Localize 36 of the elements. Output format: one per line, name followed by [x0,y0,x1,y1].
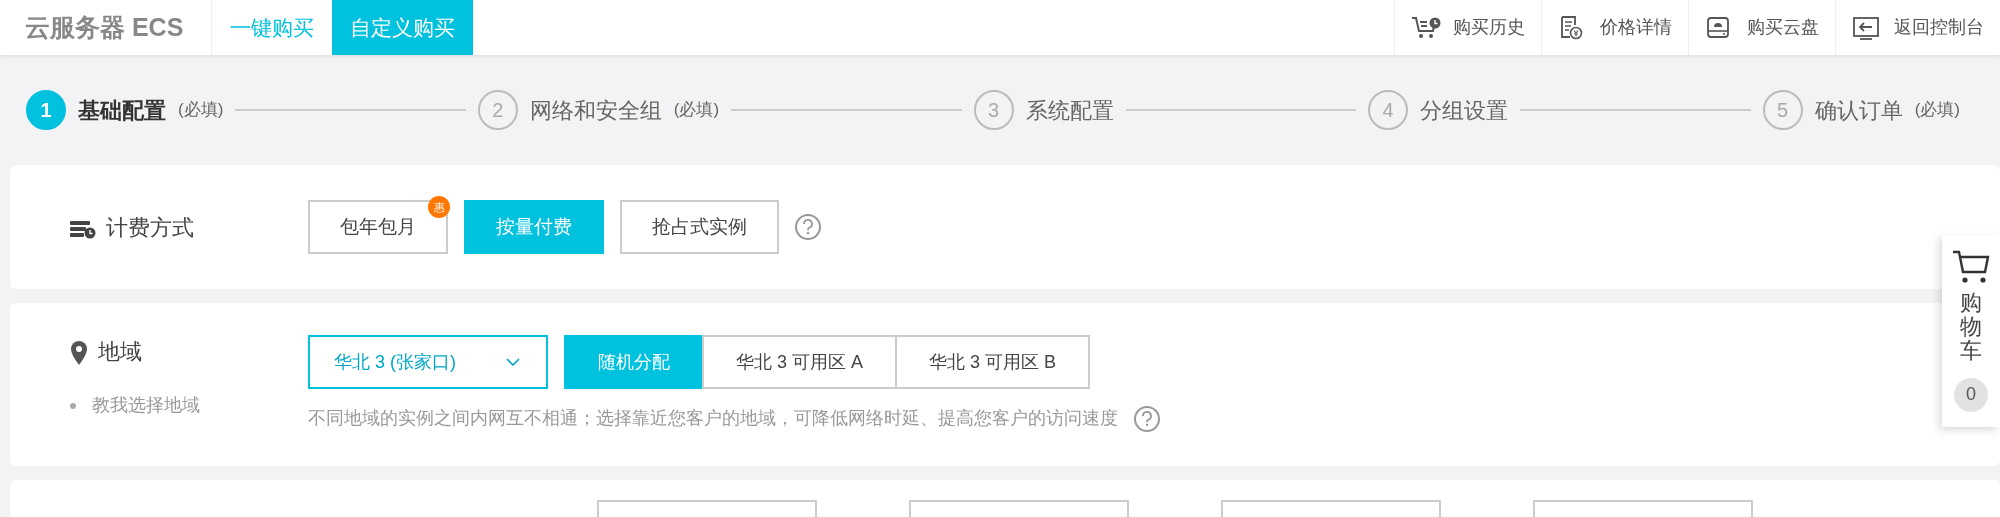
billing-option[interactable]: 抢占式实例 [620,200,779,254]
step-label: 基础配置 [78,96,166,125]
header-link[interactable]: 购买历史 [1394,0,1541,55]
help-icon[interactable] [795,214,821,240]
header-link[interactable]: 价格详情 [1541,0,1688,55]
bullet-icon [70,402,76,409]
step-note: (必填) [673,99,720,122]
cart-count: 0 [1954,377,1988,412]
chevron-down-icon [506,358,520,366]
step-number: 1 [26,90,66,130]
billing-icon [70,218,96,239]
step-label: 网络和安全组 [529,96,662,125]
cart-icon [1952,249,1990,285]
hint-text: 不同地域的实例之间内网互不相通；选择靠近您客户的地域，可降低网络时延、提高您客户的访问速度 [308,407,1118,430]
cart-clock-icon [1411,14,1441,41]
section-label: 计费方式 [106,213,194,242]
step-label: 系统配置 [1025,96,1114,125]
header-link[interactable]: 购买云盘 [1688,0,1835,55]
step-number: 3 [973,90,1014,130]
monitor-back-icon [1852,14,1882,41]
zone-option[interactable]: 华北 3 可用区 B [895,335,1091,389]
map-pin-icon [70,341,88,366]
cart-label: 购物车 [1960,291,1982,364]
section-label: 地域 [98,338,142,366]
discount-badge: 惠 [428,196,450,218]
step-note: (必填) [178,99,224,122]
zone-option[interactable]: 华北 3 可用区 A [702,335,898,389]
step-label: 分组设置 [1420,96,1509,125]
step-label: 确认订单 [1814,96,1903,125]
header-link[interactable]: 返回控制台 [1835,0,2000,55]
step-note: (必填) [1914,99,1960,122]
step-number: 2 [477,90,518,130]
step-number: 5 [1762,90,1803,130]
cart-panel[interactable]: 购物车 0 [1942,235,2000,427]
help-icon[interactable] [1134,405,1160,432]
step-number: 4 [1368,90,1409,130]
